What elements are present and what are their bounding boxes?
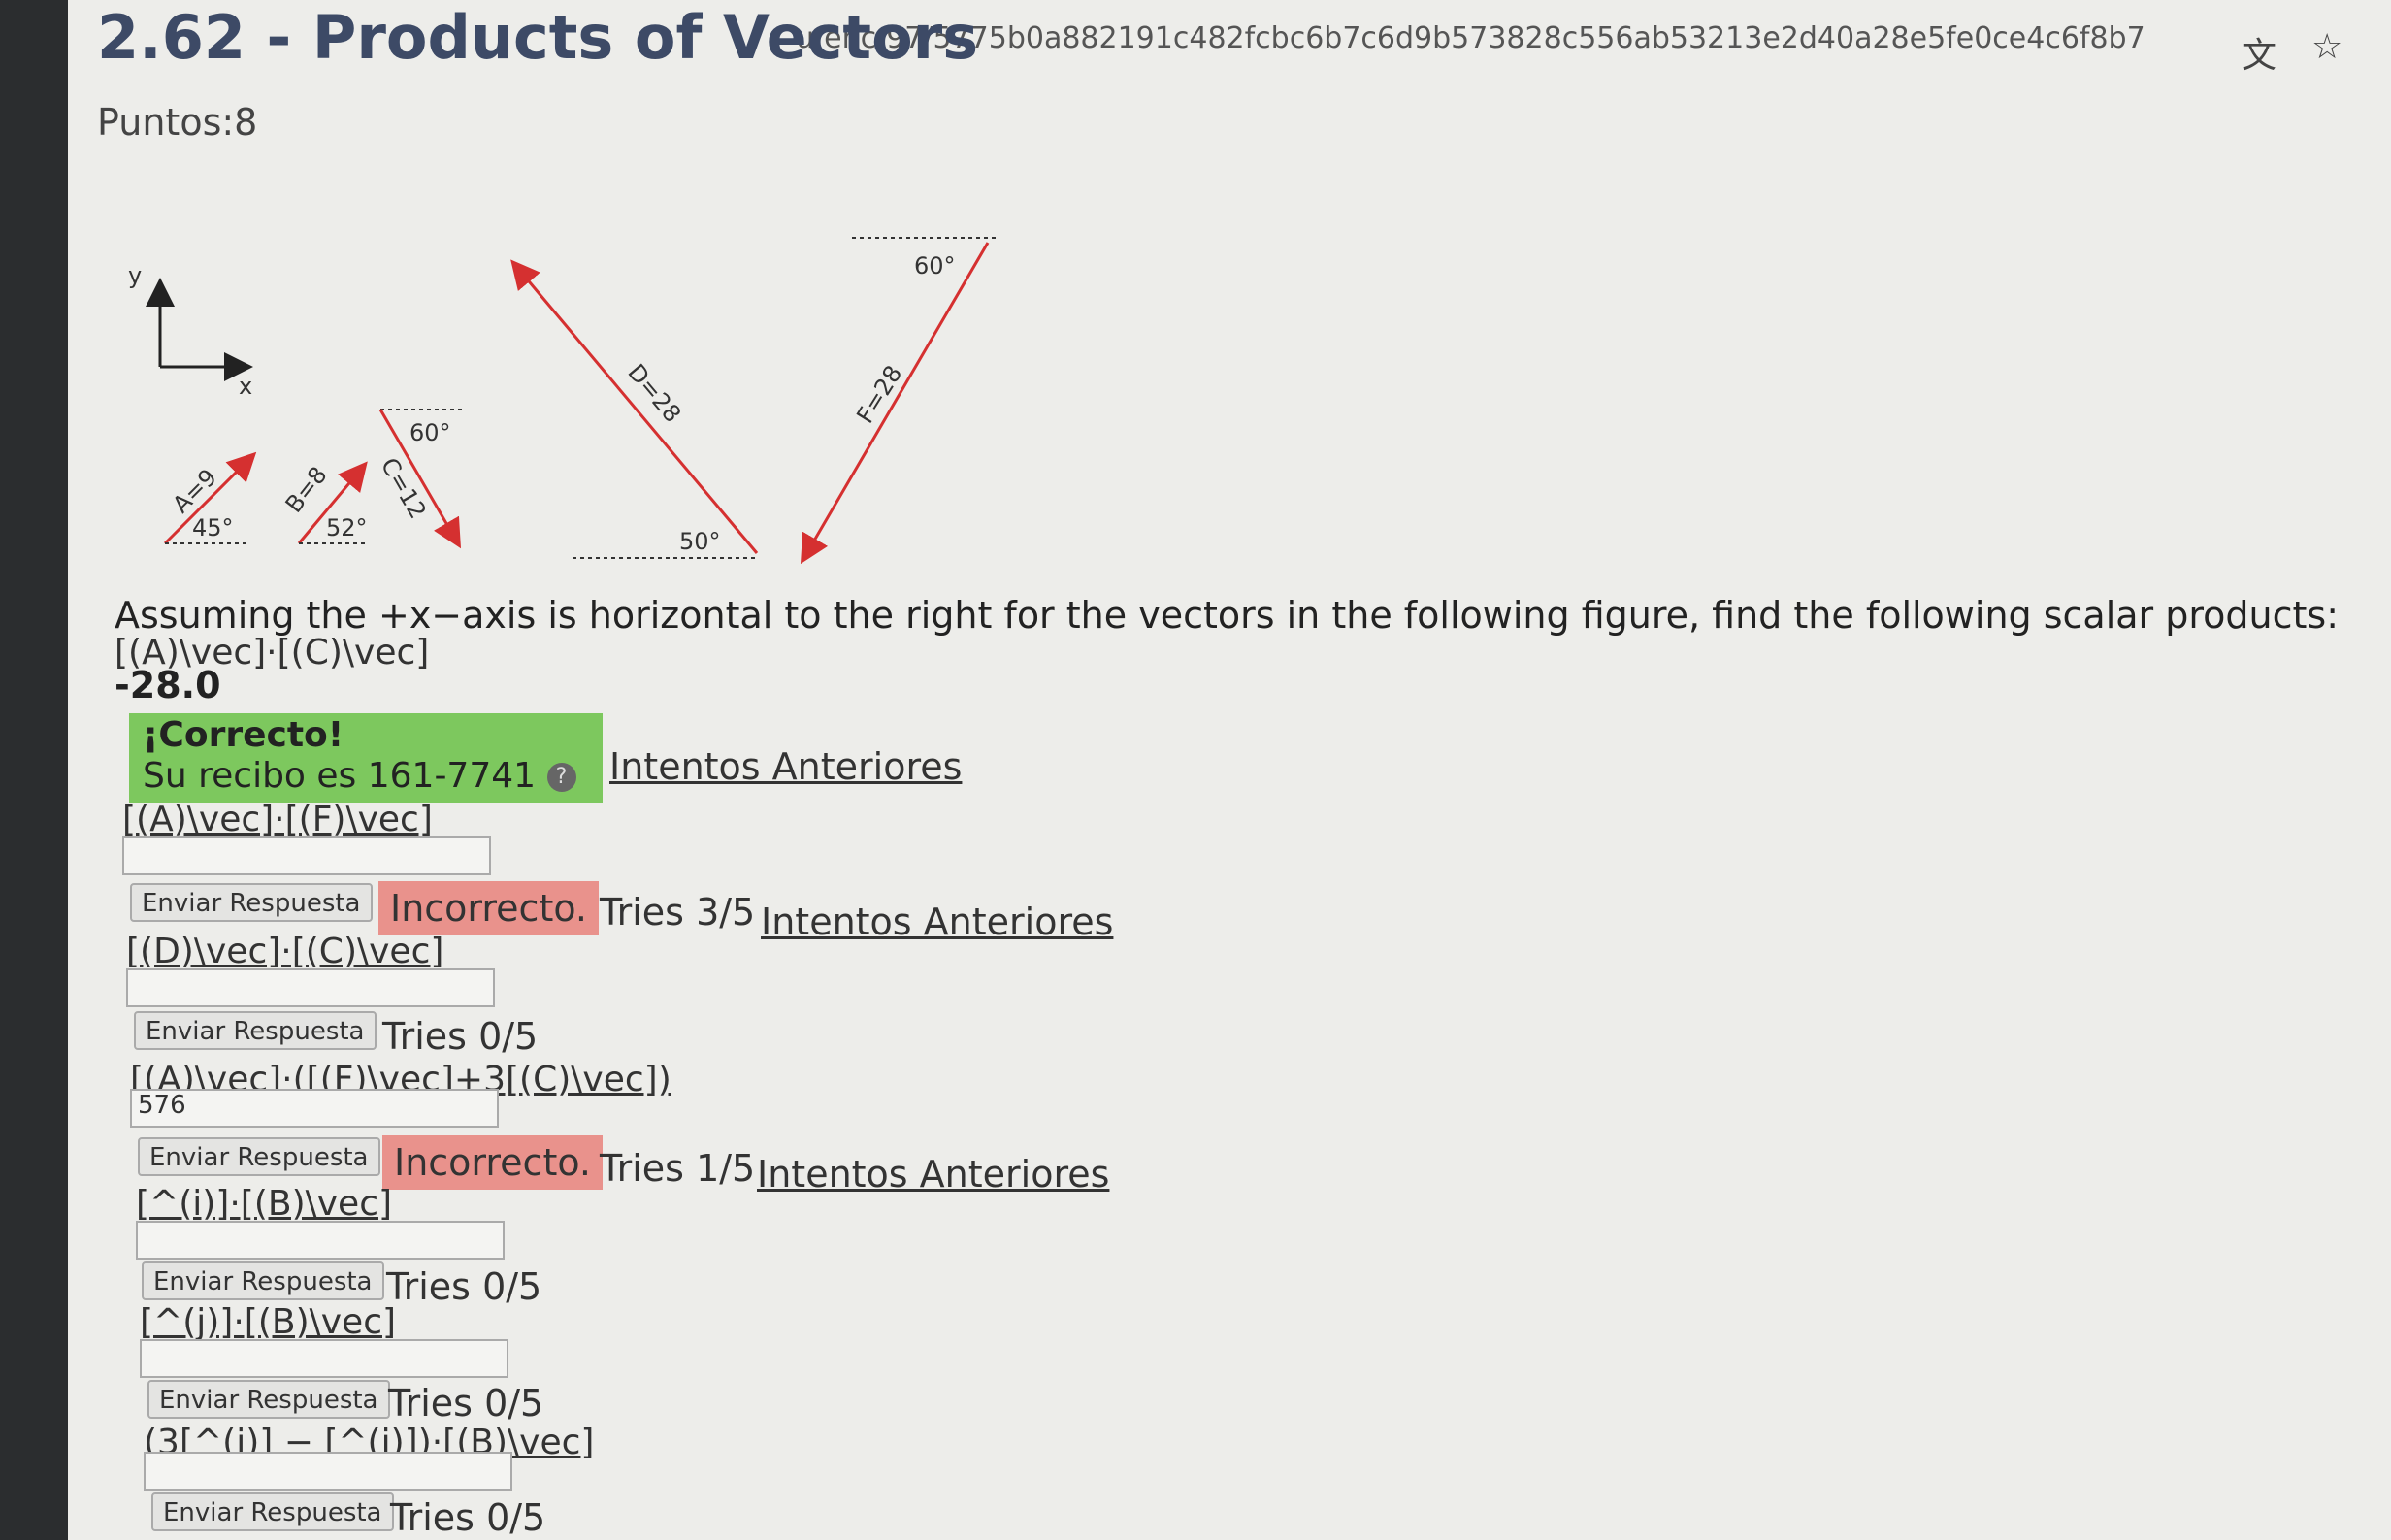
- address-bar[interactable]: u/enc/97/5775b0a882191c482fcbc6b7c6d9b57…: [796, 21, 2145, 55]
- question-6-tries: Tries 0/5: [388, 1382, 544, 1425]
- receipt-text: Su recibo es 161-7741: [143, 756, 537, 796]
- question-4-status-badge: Incorrecto.: [382, 1135, 604, 1190]
- question-6-answer-input[interactable]: [140, 1339, 508, 1378]
- question-1-previous-attempts-link[interactable]: Intentos Anteriores: [609, 745, 962, 788]
- axis-x-label: x: [239, 373, 252, 400]
- question-2-tries: Tries 3/5: [600, 891, 756, 934]
- correct-banner: ¡Correcto! Su recibo es 161-7741 ?: [129, 713, 603, 803]
- question-3-submit-button[interactable]: Enviar Respuesta: [134, 1011, 377, 1050]
- question-2-expression: [(A)\vec]·[(F)\vec]: [122, 800, 433, 839]
- vector-c-label: C=12: [376, 453, 432, 523]
- question-5-submit-button[interactable]: Enviar Respuesta: [142, 1261, 384, 1300]
- vector-d-angle: 50°: [679, 528, 721, 555]
- vector-figure: y x A=9 45° B=8 52° 60° C=12 D=28 50° 60…: [128, 237, 996, 565]
- vector-c-angle: 60°: [409, 419, 451, 446]
- vector-a-angle: 45°: [192, 514, 234, 541]
- question-3-expression: [(D)\vec]·[(C)\vec]: [126, 932, 444, 971]
- question-3-answer-input[interactable]: [126, 968, 495, 1007]
- vector-d: D=28 50°: [510, 259, 759, 559]
- question-2-answer-input[interactable]: [122, 836, 491, 875]
- vector-c: 60° C=12: [376, 409, 462, 549]
- monitor-bezel: [0, 0, 68, 1540]
- page-title: 2.62 - Products of Vectors: [97, 2, 979, 73]
- vector-a: A=9 45°: [163, 451, 257, 545]
- question-6-submit-button[interactable]: Enviar Respuesta: [147, 1380, 390, 1419]
- star-icon[interactable]: ☆: [2311, 27, 2342, 78]
- question-1-answer: -28.0: [115, 664, 221, 706]
- question-7-submit-button[interactable]: Enviar Respuesta: [151, 1492, 394, 1531]
- question-2-previous-attempts-link[interactable]: Intentos Anteriores: [761, 901, 1113, 943]
- question-5-answer-input[interactable]: [136, 1221, 505, 1260]
- question-4-tries: Tries 1/5: [600, 1147, 756, 1190]
- help-icon[interactable]: ?: [546, 763, 576, 792]
- question-7-tries: Tries 0/5: [390, 1496, 546, 1539]
- question-4-previous-attempts-link[interactable]: Intentos Anteriores: [757, 1153, 1109, 1196]
- vector-a-label: A=9: [167, 464, 221, 518]
- problem-instruction: Assuming the +x−axis is horizontal to th…: [115, 594, 2340, 637]
- vector-b-label: B=8: [280, 462, 333, 518]
- question-6-expression: [^(j)]·[(B)\vec]: [140, 1302, 397, 1342]
- points-label: Puntos:8: [97, 101, 258, 144]
- vector-b-angle: 52°: [326, 514, 368, 541]
- vector-d-label: D=28: [622, 359, 686, 428]
- vector-f: 60° F=28: [800, 237, 996, 565]
- question-4-answer-input[interactable]: 576: [130, 1089, 499, 1128]
- question-5-tries: Tries 0/5: [386, 1265, 542, 1308]
- question-3-tries: Tries 0/5: [382, 1015, 539, 1058]
- question-7-answer-input[interactable]: [144, 1452, 512, 1491]
- translate-icon[interactable]: 文: [2242, 27, 2276, 78]
- question-2-submit-button[interactable]: Enviar Respuesta: [130, 883, 373, 922]
- question-2-status-badge: Incorrecto.: [378, 881, 600, 935]
- vector-f-angle: 60°: [914, 252, 956, 279]
- question-4-submit-button[interactable]: Enviar Respuesta: [138, 1137, 380, 1176]
- correct-title: ¡Correcto!: [143, 715, 344, 755]
- axes-icon: y x: [128, 262, 253, 400]
- question-5-expression: [^(i)]·[(B)\vec]: [136, 1184, 393, 1224]
- vector-b: B=8 52°: [280, 461, 368, 544]
- axis-y-label: y: [128, 262, 142, 289]
